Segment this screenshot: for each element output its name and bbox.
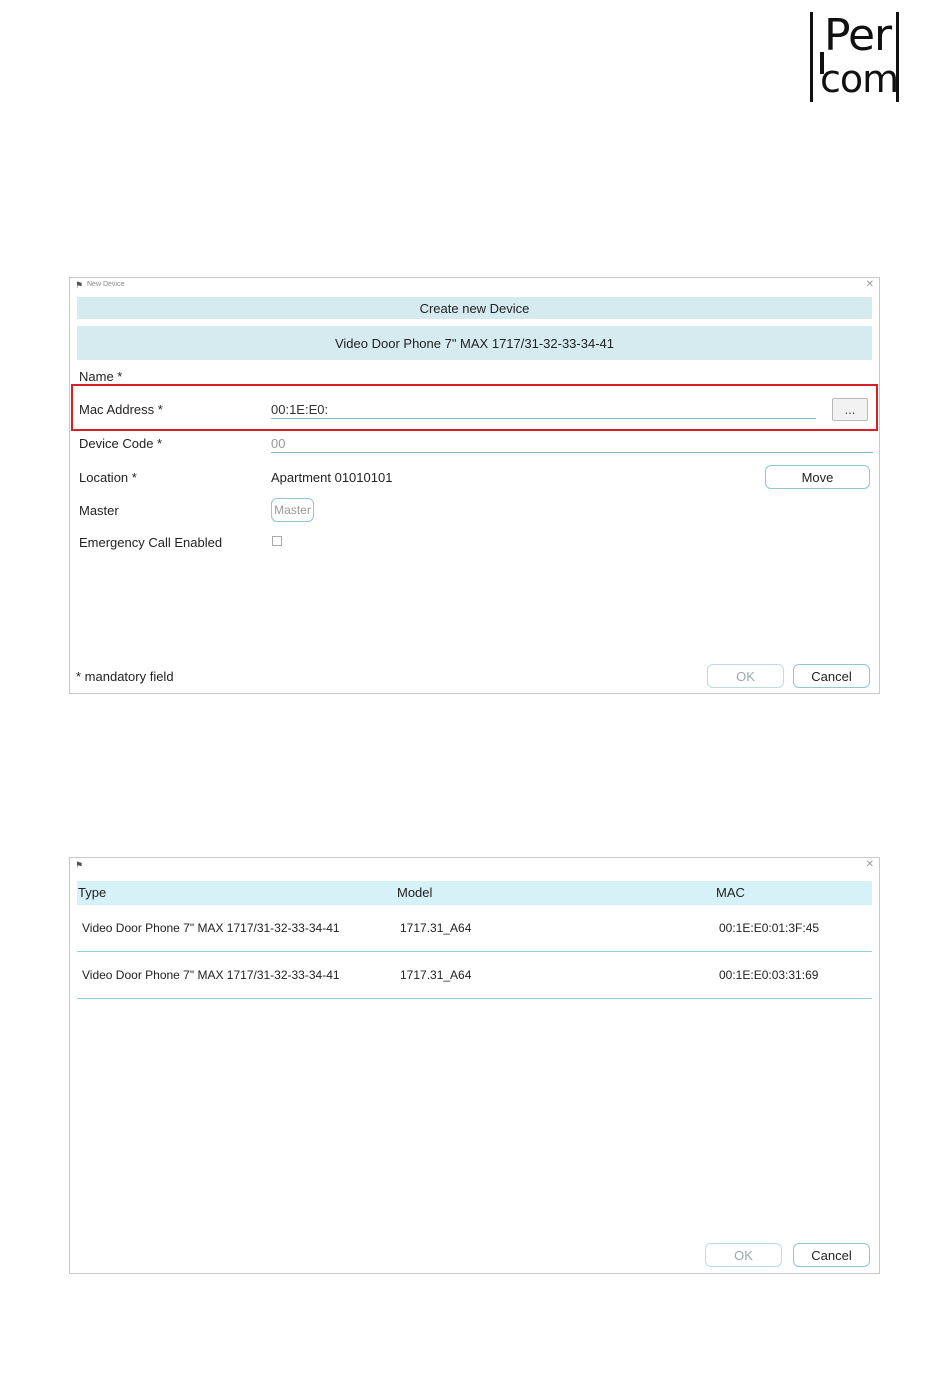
master-label: Master: [79, 503, 119, 518]
row-model: 1717.31_A64: [400, 921, 472, 935]
cancel-button[interactable]: Cancel: [793, 1243, 870, 1267]
row-model: 1717.31_A64: [400, 968, 472, 982]
window-title: New Device: [87, 281, 125, 288]
column-model[interactable]: Model: [397, 885, 432, 900]
device-code-input[interactable]: 00: [271, 436, 873, 453]
device-type-banner: Video Door Phone 7" MAX 1717/31-32-33-34…: [77, 326, 872, 360]
row-type: Video Door Phone 7" MAX 1717/31-32-33-34…: [82, 921, 340, 935]
emergency-call-label: Emergency Call Enabled: [79, 535, 223, 550]
mandatory-note: * mandatory field: [76, 669, 174, 684]
move-button[interactable]: Move: [765, 465, 870, 489]
logo-right-bar: [896, 12, 899, 102]
row-mac: 00:1E:E0:03:31:69: [719, 968, 819, 982]
dialog-header: Create new Device: [77, 297, 872, 319]
cancel-button[interactable]: Cancel: [793, 664, 870, 688]
column-mac[interactable]: MAC: [716, 885, 745, 900]
ipercom-logo: Per com: [810, 12, 902, 104]
logo-text-bottom: com: [820, 57, 899, 101]
new-device-dialog: ⚑ New Device ✕ Create new Device Video D…: [69, 277, 880, 694]
mac-address-label: Mac Address *: [79, 402, 163, 417]
close-icon[interactable]: ✕: [866, 279, 874, 290]
master-toggle-button[interactable]: Master: [271, 498, 314, 522]
app-icon: ⚑: [75, 280, 84, 290]
table-row[interactable]: Video Door Phone 7" MAX 1717/31-32-33-34…: [77, 905, 872, 952]
row-mac: 00:1E:E0:01:3F:45: [719, 921, 820, 935]
dialog-titlebar: ⚑ ✕: [70, 858, 879, 874]
close-icon[interactable]: ✕: [866, 859, 874, 870]
ok-button[interactable]: OK: [707, 664, 784, 688]
mac-address-input[interactable]: 00:1E:E0:: [271, 402, 816, 419]
row-type: Video Door Phone 7" MAX 1717/31-32-33-34…: [82, 968, 340, 982]
app-icon: ⚑: [75, 860, 84, 870]
name-label: Name *: [79, 369, 123, 384]
device-code-label: Device Code *: [79, 436, 163, 451]
table-row[interactable]: Video Door Phone 7" MAX 1717/31-32-33-34…: [77, 952, 872, 999]
table-header: Type Model MAC: [77, 881, 872, 905]
logo-left-bar: [810, 12, 813, 102]
emergency-call-checkbox[interactable]: [272, 536, 282, 546]
device-list-dialog: ⚑ ✕ Type Model MAC Video Door Phone 7" M…: [69, 857, 880, 1274]
location-value: Apartment 01010101: [271, 470, 393, 485]
column-type[interactable]: Type: [78, 885, 106, 900]
location-label: Location *: [79, 470, 137, 485]
logo-text-top: Per: [824, 10, 892, 61]
dialog-titlebar: ⚑ New Device ✕: [70, 278, 879, 294]
ok-button[interactable]: OK: [705, 1243, 782, 1267]
mac-browse-button[interactable]: ...: [832, 398, 868, 421]
